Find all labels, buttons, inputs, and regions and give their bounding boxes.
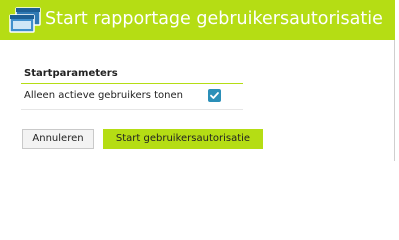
- start-button[interactable]: Start gebruikersautorisatie: [103, 129, 263, 149]
- section-divider: [21, 83, 243, 84]
- page-header: Start rapportage gebruikersautorisatie: [0, 0, 395, 40]
- cancel-button[interactable]: Annuleren: [22, 129, 94, 149]
- panel-border: [394, 40, 395, 161]
- checkmark-icon: [210, 92, 219, 99]
- windows-icon: [8, 7, 42, 34]
- page-title: Start rapportage gebruikersautorisatie: [45, 9, 383, 29]
- active-users-label: Alleen actieve gebruikers tonen: [24, 90, 183, 101]
- section-title: Startparameters: [24, 68, 118, 79]
- active-users-checkbox[interactable]: [208, 89, 221, 102]
- row-divider: [21, 109, 243, 110]
